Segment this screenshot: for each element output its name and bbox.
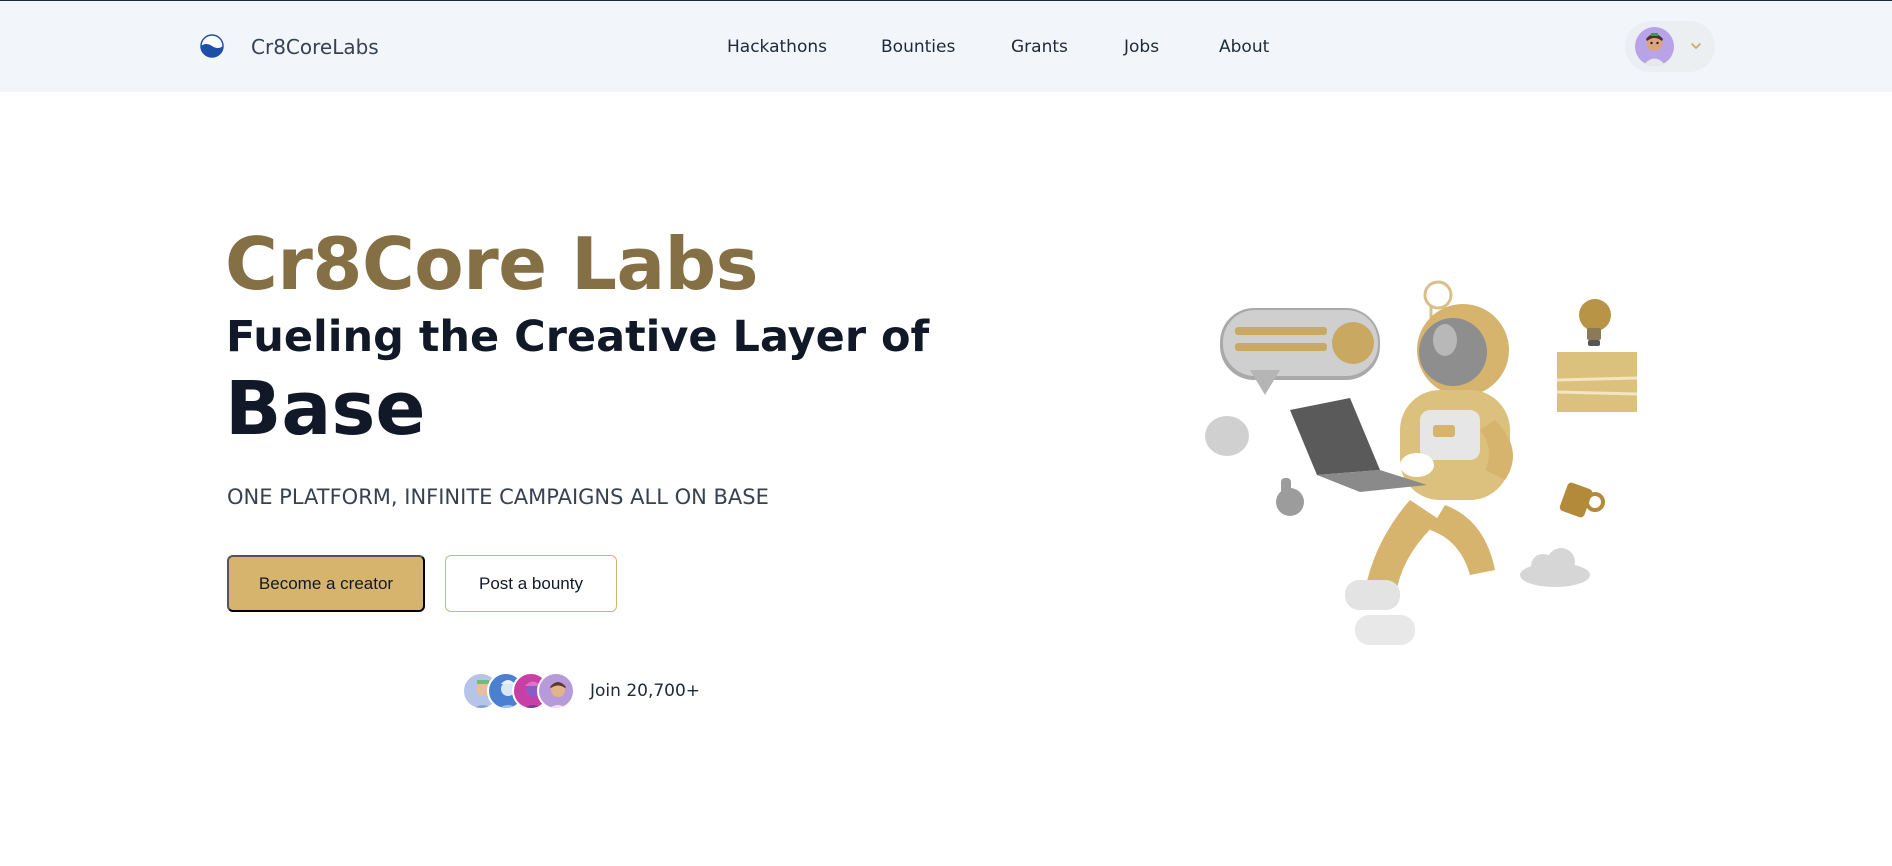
user-avatar	[1635, 27, 1674, 66]
hero-subtitle: Fueling the Creative Layer of	[226, 312, 930, 362]
floating-pin	[1276, 478, 1304, 516]
brand-name-link[interactable]: Cr8CoreLabs	[251, 35, 379, 59]
nav-bounties[interactable]: Bounties	[881, 37, 955, 57]
astronaut-illustration	[1195, 270, 1645, 690]
lightbulb-icon	[1579, 299, 1611, 346]
speech-bubble-icon	[1220, 308, 1380, 395]
floating-sphere	[1205, 416, 1249, 456]
join-count-text: Join 20,700+	[590, 681, 701, 701]
community-avatar	[537, 672, 575, 710]
post-bounty-button[interactable]: Post a bounty	[445, 555, 617, 612]
user-menu-button[interactable]	[1625, 21, 1715, 72]
site-header: Cr8CoreLabs Hackathons Bounties Grants J…	[0, 1, 1892, 92]
hero-highlight: Base	[225, 366, 426, 452]
hero-title: Cr8Core Labs	[225, 222, 759, 306]
nav-jobs[interactable]: Jobs	[1124, 37, 1159, 57]
cloud-icon	[1520, 548, 1590, 587]
hero-tagline: ONE PLATFORM, INFINITE CAMPAIGNS ALL ON …	[227, 485, 769, 509]
become-creator-button[interactable]: Become a creator	[227, 555, 425, 612]
nav-grants[interactable]: Grants	[1011, 37, 1068, 57]
community-avatars	[462, 672, 577, 712]
coffee-mug-icon	[1559, 482, 1605, 518]
nav-about[interactable]: About	[1219, 37, 1269, 57]
envelope-icon	[1556, 352, 1638, 412]
chevron-down-icon	[1689, 38, 1703, 52]
brand-logo-icon[interactable]	[200, 34, 224, 58]
nav-hackathons[interactable]: Hackathons	[727, 37, 827, 57]
